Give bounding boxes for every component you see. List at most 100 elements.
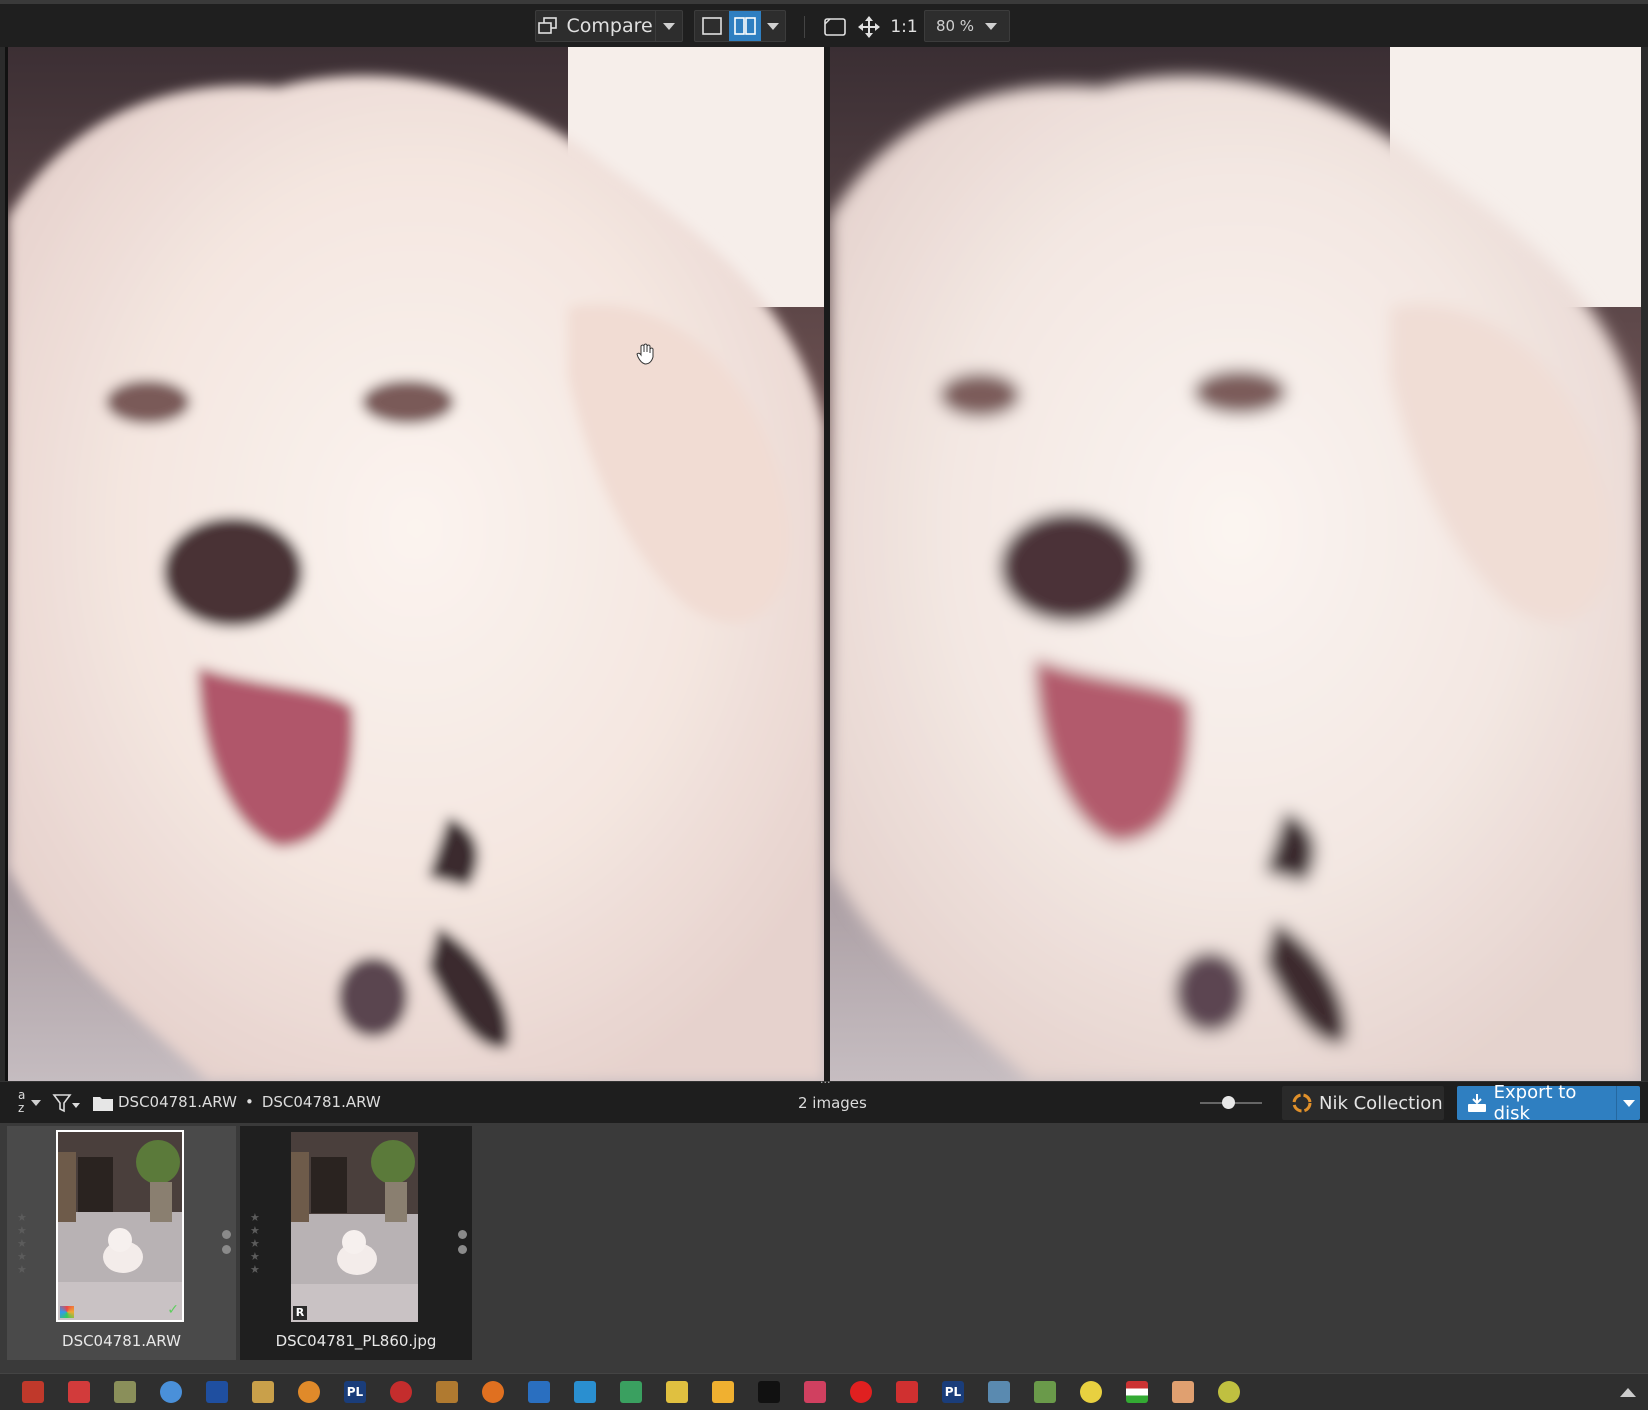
compare-group: Compare xyxy=(535,10,683,42)
taskbar-app-icon[interactable] xyxy=(436,1381,458,1403)
color-profile-icon xyxy=(60,1306,74,1318)
sort-button[interactable]: a z xyxy=(16,1088,44,1116)
taskbar-app-icon[interactable] xyxy=(666,1381,688,1403)
image-count: 2 images xyxy=(798,1094,867,1112)
toolbar-divider xyxy=(804,16,805,38)
fit-screen-icon xyxy=(824,18,846,36)
thumbnail-image-1[interactable]: ✓ xyxy=(56,1130,184,1322)
taskbar-app-icon[interactable] xyxy=(988,1381,1010,1403)
nik-collection-icon xyxy=(1292,1093,1312,1113)
taskbar: PL PL xyxy=(0,1373,1648,1410)
taskbar-app-icon[interactable] xyxy=(896,1381,918,1403)
move-icon xyxy=(858,16,880,38)
thumbnail-card-2[interactable]: ★ ★ ★ ★ ★ R DSC04781_PL860.jpg xyxy=(240,1126,472,1360)
single-view-button[interactable] xyxy=(695,11,729,41)
compare-label: Compare xyxy=(566,15,653,37)
breadcrumb-folder[interactable]: DSC04781.ARW xyxy=(118,1093,237,1111)
dog-thumbnail xyxy=(291,1132,418,1322)
export-label: Export to disk xyxy=(1493,1082,1577,1124)
taskbar-app-icon[interactable] xyxy=(804,1381,826,1403)
taskbar-app-icon[interactable] xyxy=(620,1381,642,1403)
taskbar-app-icon[interactable] xyxy=(298,1381,320,1403)
compare-dropdown-button[interactable] xyxy=(655,11,682,41)
nik-collection-label: Nik Collection xyxy=(1319,1092,1443,1114)
taskbar-app-icon[interactable] xyxy=(390,1381,412,1403)
taskbar-app-icon[interactable] xyxy=(22,1381,44,1403)
taskbar-app-icon[interactable] xyxy=(1172,1381,1194,1403)
slider-knob[interactable] xyxy=(1221,1096,1235,1109)
thumbnail-name-2: DSC04781_PL860.jpg xyxy=(275,1332,437,1350)
export-to-disk-button[interactable]: Export to disk xyxy=(1457,1082,1616,1124)
thumbnail-card-1[interactable]: ★ ★ ★ ★ ★ ✓ DSC04781.ARW xyxy=(7,1126,236,1360)
filter-icon xyxy=(52,1094,80,1113)
export-disk-icon xyxy=(1468,1094,1486,1112)
zoom-value: 80 % xyxy=(935,17,975,35)
taskbar-app-icon[interactable] xyxy=(758,1381,780,1403)
one-to-one-button[interactable]: 1:1 xyxy=(888,12,920,42)
taskbar-pl-icon[interactable]: PL xyxy=(942,1381,964,1403)
taskbar-app-icon[interactable] xyxy=(68,1381,90,1403)
filter-button[interactable] xyxy=(52,1092,82,1114)
breadcrumb-separator: • xyxy=(244,1093,254,1111)
taskbar-app-icon[interactable] xyxy=(850,1381,872,1403)
more-options-icon[interactable] xyxy=(222,1230,231,1254)
star-icon[interactable]: ★ xyxy=(17,1212,27,1224)
zoom-select[interactable]: 80 % xyxy=(924,10,1010,42)
thumbnail-image-2[interactable]: R xyxy=(291,1132,418,1322)
sort-z-label: z xyxy=(18,1101,25,1115)
filmstrip: ★ ★ ★ ★ ★ ✓ DSC04781.ARW ★ ★ ★ ★ ★ R DSC… xyxy=(0,1123,1648,1373)
compare-button[interactable]: Compare xyxy=(536,11,655,41)
breadcrumb[interactable]: DSC04781.ARW • DSC04781.ARW xyxy=(118,1093,381,1111)
star-icon[interactable]: ★ xyxy=(250,1212,260,1224)
nik-collection-button[interactable]: Nik Collection xyxy=(1282,1086,1444,1120)
taskbar-app-icon[interactable] xyxy=(1126,1381,1148,1403)
taskbar-app-icon[interactable] xyxy=(712,1381,734,1403)
sort-a-label: a xyxy=(18,1088,26,1102)
chevron-down-icon xyxy=(985,22,997,30)
taskbar-app-icon[interactable] xyxy=(206,1381,228,1403)
chevron-down-icon xyxy=(767,22,779,30)
star-icon[interactable]: ★ xyxy=(17,1251,27,1263)
taskbar-app-icon[interactable] xyxy=(1080,1381,1102,1403)
star-icon[interactable]: ★ xyxy=(17,1264,27,1276)
taskbar-app-icon[interactable] xyxy=(574,1381,596,1403)
panel-resize-handle[interactable]: ··· xyxy=(820,1076,831,1089)
export-dropdown-button[interactable] xyxy=(1616,1086,1640,1120)
fit-button[interactable] xyxy=(820,12,850,42)
image-viewer[interactable] xyxy=(5,47,1641,1081)
star-icon[interactable]: ★ xyxy=(250,1225,260,1237)
layout-dropdown-button[interactable] xyxy=(761,11,785,41)
thumbnail-name-1: DSC04781.ARW xyxy=(62,1332,181,1350)
taskbar-app-icon[interactable] xyxy=(528,1381,550,1403)
rating-stars[interactable]: ★ ★ ★ ★ ★ xyxy=(17,1212,27,1276)
more-options-icon[interactable] xyxy=(458,1230,467,1254)
star-icon[interactable]: ★ xyxy=(250,1264,260,1276)
top-toolbar: Compare 1:1 80 % xyxy=(0,0,1648,47)
taskbar-app-icon[interactable] xyxy=(482,1381,504,1403)
star-icon[interactable]: ★ xyxy=(250,1238,260,1250)
image-browser-bar: a z DSC04781.ARW • DSC04781.ARW 2 images… xyxy=(0,1076,1648,1124)
export-group: Export to disk xyxy=(1457,1082,1640,1124)
pan-button[interactable] xyxy=(854,12,884,42)
taskbar-app-icon[interactable] xyxy=(1034,1381,1056,1403)
thumbnail-size-slider[interactable] xyxy=(1200,1096,1262,1109)
hand-cursor-icon xyxy=(636,343,654,365)
compare-pane-after[interactable] xyxy=(830,47,1641,1081)
breadcrumb-file[interactable]: DSC04781.ARW xyxy=(262,1093,381,1111)
star-icon[interactable]: ★ xyxy=(17,1225,27,1237)
star-icon[interactable]: ★ xyxy=(17,1238,27,1250)
star-icon[interactable]: ★ xyxy=(250,1251,260,1263)
taskbar-app-icon[interactable] xyxy=(114,1381,136,1403)
taskbar-app-icon[interactable] xyxy=(1218,1381,1240,1403)
taskbar-app-icon[interactable] xyxy=(160,1381,182,1403)
dog-photo-before xyxy=(8,47,824,1081)
tray-expand-icon[interactable] xyxy=(1620,1387,1636,1397)
taskbar-pl-icon[interactable]: PL xyxy=(344,1381,366,1403)
single-view-icon xyxy=(702,17,722,35)
compare-pane-before[interactable] xyxy=(8,47,824,1081)
split-view-button[interactable] xyxy=(729,11,761,41)
rating-stars[interactable]: ★ ★ ★ ★ ★ xyxy=(250,1212,260,1276)
check-icon: ✓ xyxy=(167,1302,179,1318)
chevron-down-icon xyxy=(31,1100,41,1106)
taskbar-app-icon[interactable] xyxy=(252,1381,274,1403)
